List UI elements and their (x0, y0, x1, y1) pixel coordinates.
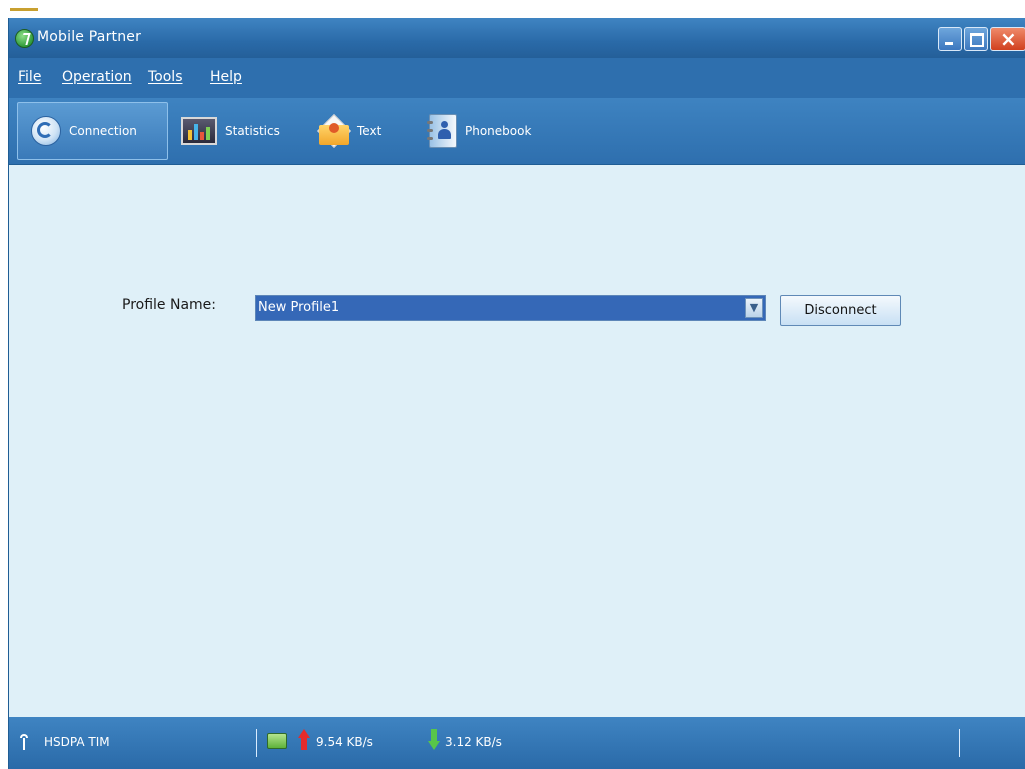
menu-help[interactable]: Help (210, 69, 242, 85)
profile-name-value: New Profile1 (258, 300, 340, 315)
status-divider (256, 729, 257, 757)
status-divider-right (959, 729, 960, 757)
title-bar[interactable]: Mobile Partner × (9, 18, 1025, 58)
top-strip (0, 0, 1025, 18)
upload-speed: 9.54 KB/s (316, 735, 373, 749)
profile-name-select[interactable]: New Profile1 ▼ (255, 295, 766, 321)
app-window: Mobile Partner × File Operation Tools He… (8, 18, 1025, 769)
app-logo-icon (15, 29, 34, 48)
tab-connection[interactable]: Connection (17, 102, 168, 160)
profile-name-label: Profile Name: (122, 297, 217, 313)
maximize-button[interactable] (964, 27, 988, 51)
network-status: HSDPA TIM (44, 735, 110, 749)
phonebook-icon (427, 114, 457, 148)
chevron-down-icon[interactable]: ▼ (745, 298, 763, 318)
close-button[interactable]: × (990, 27, 1025, 51)
close-icon: × (1000, 27, 1017, 51)
connection-status-icon (267, 733, 287, 749)
connection-icon (31, 116, 61, 146)
tab-statistics-label: Statistics (225, 124, 280, 138)
menu-file[interactable]: File (18, 69, 41, 85)
top-strip-mark (10, 8, 38, 11)
tab-text-label: Text (357, 124, 382, 138)
upload-arrow-icon (298, 729, 310, 751)
minimize-button[interactable] (938, 27, 962, 51)
menu-operation[interactable]: Operation (62, 69, 132, 85)
connection-panel: Profile Name: New Profile1 ▼ Disconnect (9, 165, 1025, 717)
status-bar: HSDPA TIM 9.54 KB/s 3.12 KB/s (9, 717, 1025, 769)
download-speed: 3.12 KB/s (445, 735, 502, 749)
toolbar: Connection Statistics Text Phonebook (9, 98, 1025, 165)
envelope-icon (317, 114, 351, 148)
tab-phonebook[interactable]: Phonebook (427, 102, 559, 160)
menu-tools[interactable]: Tools (148, 69, 183, 85)
download-arrow-icon (428, 729, 440, 751)
disconnect-button[interactable]: Disconnect (780, 295, 901, 326)
menu-bar: File Operation Tools Help (9, 58, 1025, 98)
signal-antenna-icon (20, 734, 30, 750)
tab-phonebook-label: Phonebook (465, 124, 532, 138)
window-title: Mobile Partner (37, 29, 142, 45)
tab-connection-label: Connection (69, 124, 137, 138)
tab-statistics[interactable]: Statistics (181, 102, 301, 160)
statistics-icon (181, 117, 217, 145)
tab-text[interactable]: Text (317, 102, 411, 160)
